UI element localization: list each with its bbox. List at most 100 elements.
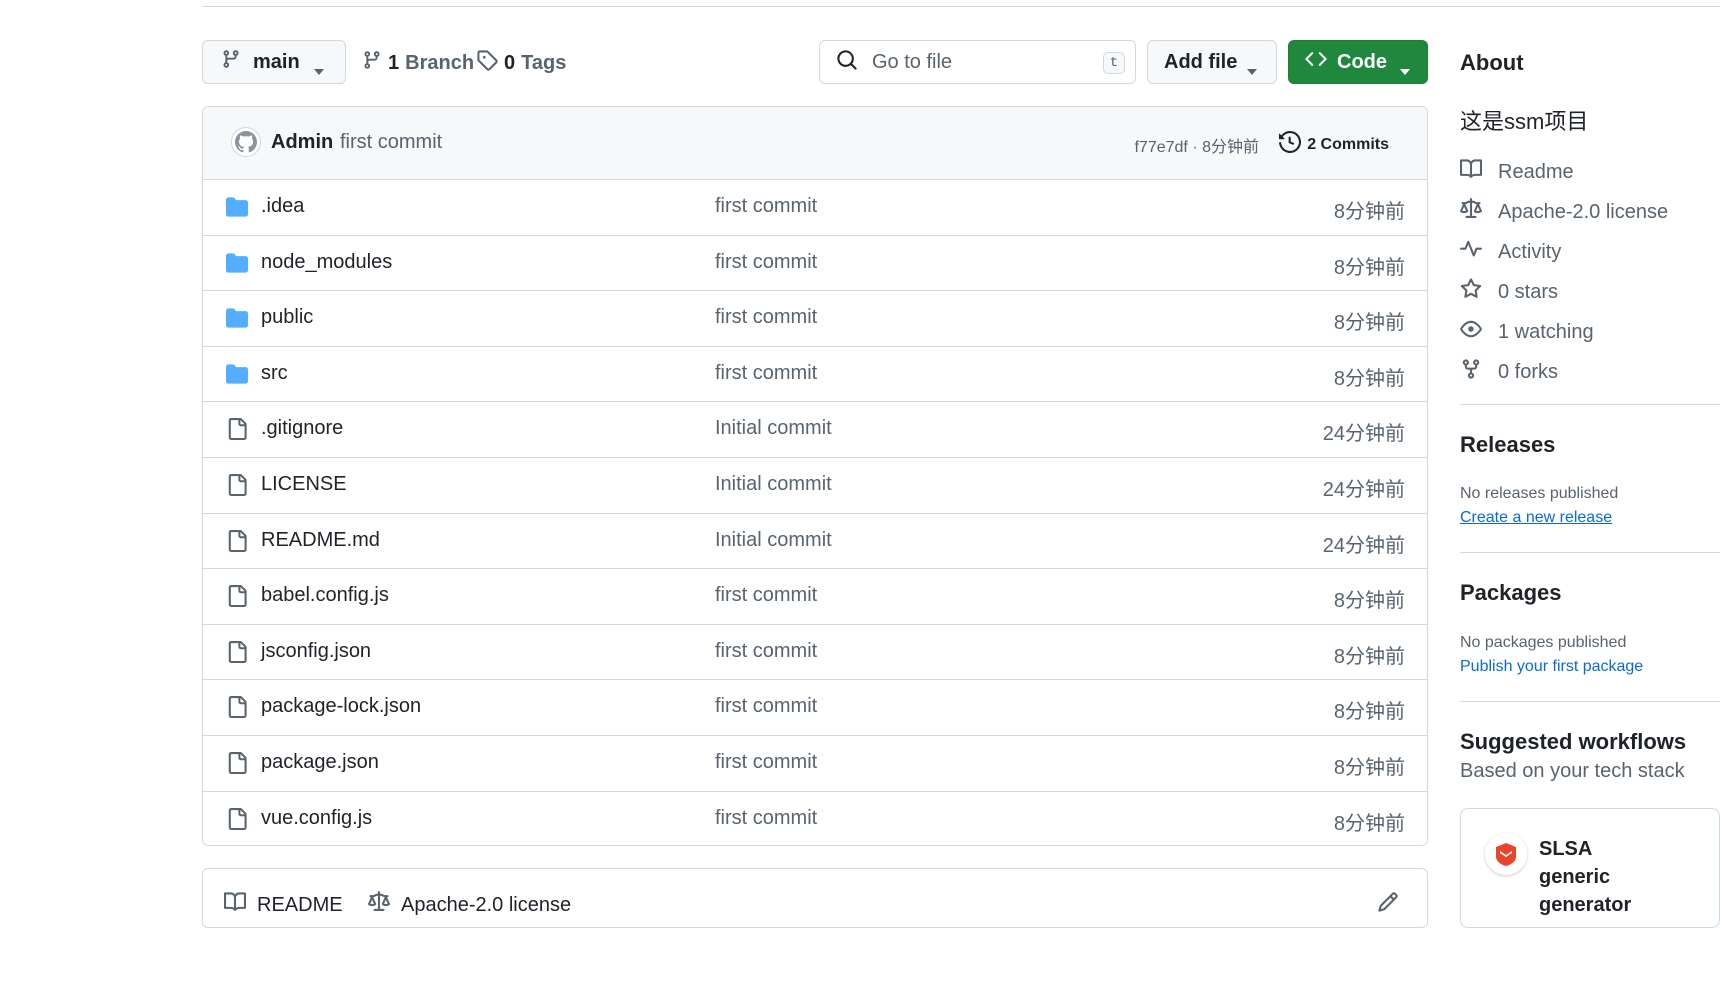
table-row[interactable]: vue.config.js first commit 8分钟前	[203, 792, 1427, 845]
divider	[1460, 552, 1720, 553]
book-icon	[223, 891, 257, 919]
git-branch-icon	[362, 49, 382, 77]
file-icon	[225, 418, 249, 445]
sidebar-item-license[interactable]: Apache-2.0 license	[1460, 198, 1668, 226]
go-to-file-search[interactable]: t	[819, 40, 1136, 84]
tab-readme[interactable]: README	[223, 891, 343, 919]
file-commit-time: 8分钟前	[1333, 367, 1405, 390]
commits-count: 2 Commits	[1307, 135, 1389, 153]
table-row[interactable]: .gitignore Initial commit 24分钟前	[203, 402, 1427, 458]
file-commit-message[interactable]: first commit	[715, 695, 817, 718]
file-name-link[interactable]: package-lock.json	[261, 695, 421, 718]
tags-link[interactable]: 0 Tags	[476, 49, 566, 77]
table-row[interactable]: .idea first commit 8分钟前	[203, 180, 1427, 236]
file-name-link[interactable]: .gitignore	[261, 417, 343, 440]
tab-license[interactable]: Apache-2.0 license	[367, 891, 571, 919]
branch-name: main	[253, 50, 300, 73]
file-commit-message[interactable]: first commit	[715, 195, 817, 218]
file-name-link[interactable]: README.md	[261, 529, 380, 552]
file-name-link[interactable]: LICENSE	[261, 473, 347, 496]
slsa-logo-icon	[1485, 833, 1527, 875]
commit-sha-time[interactable]: f77e7df · 8分钟前	[1134, 133, 1259, 157]
eye-icon	[1460, 318, 1498, 346]
file-name-link[interactable]: .idea	[261, 195, 304, 218]
file-list: .idea first commit 8分钟前 node_modules first c…	[203, 180, 1427, 845]
file-commit-time: 8分钟前	[1333, 590, 1405, 613]
file-commit-message[interactable]: first commit	[715, 584, 817, 607]
file-commit-message[interactable]: Initial commit	[715, 417, 832, 440]
pencil-icon[interactable]	[1377, 891, 1399, 918]
file-commit-message[interactable]: first commit	[715, 251, 817, 274]
add-file-button[interactable]: Add file	[1147, 40, 1277, 84]
sidebar-item-label: Activity	[1498, 240, 1562, 263]
sidebar-item-watching[interactable]: 1 watching	[1460, 318, 1594, 346]
file-icon	[225, 473, 249, 501]
file-commit-time: 8分钟前	[1333, 312, 1405, 335]
sidebar-item-activity[interactable]: Activity	[1460, 238, 1561, 266]
pulse-icon	[1460, 238, 1498, 266]
sidebar-item-forks[interactable]: 0 forks	[1460, 358, 1558, 386]
file-icon	[225, 640, 249, 668]
table-row[interactable]: public first commit 8分钟前	[203, 291, 1427, 347]
search-input[interactable]	[870, 49, 1074, 75]
workflow-suggestion-card[interactable]: SLSA generic generator	[1460, 808, 1720, 928]
create-release-link[interactable]: Create a new release	[1460, 509, 1612, 527]
law-icon	[1460, 198, 1498, 226]
branches-link[interactable]: 1 Branch	[362, 49, 474, 77]
file-name-link[interactable]: package.json	[261, 751, 379, 774]
file-commit-time: 8分钟前	[1333, 756, 1405, 779]
branch-count: 1	[388, 51, 400, 74]
table-row[interactable]: LICENSE Initial commit 24分钟前	[203, 458, 1427, 514]
commit-author[interactable]: Admin	[271, 131, 333, 154]
sidebar-item-readme[interactable]: Readme	[1460, 158, 1574, 186]
file-name-link[interactable]: jsconfig.json	[261, 640, 371, 663]
repo-sidebar: About 这是ssm项目 Readme Apache-2.0 license …	[1460, 0, 1720, 993]
add-file-label: Add file	[1164, 50, 1238, 73]
commits-history-link[interactable]: 2 Commits	[1279, 130, 1389, 158]
folder-icon	[225, 307, 249, 334]
chevron-down-icon	[313, 59, 325, 82]
shortcut-key-hint: t	[1103, 52, 1125, 74]
file-name-link[interactable]: src	[261, 362, 288, 385]
avatar[interactable]	[231, 127, 261, 157]
file-commit-message[interactable]: first commit	[715, 362, 817, 385]
publish-package-link[interactable]: Publish your first package	[1460, 658, 1643, 676]
sidebar-item-label: 0 stars	[1498, 280, 1559, 303]
file-name-link[interactable]: vue.config.js	[261, 807, 372, 830]
releases-heading[interactable]: Releases	[1460, 432, 1555, 458]
file-name-link[interactable]: public	[261, 306, 313, 329]
file-commit-message[interactable]: first commit	[715, 640, 817, 663]
table-row[interactable]: package-lock.json first commit 8分钟前	[203, 680, 1427, 736]
branch-select-button[interactable]: main	[202, 40, 346, 84]
file-icon	[225, 529, 249, 557]
table-row[interactable]: node_modules first commit 8分钟前	[203, 236, 1427, 292]
folder-icon	[225, 363, 249, 390]
file-commit-message[interactable]: first commit	[715, 807, 817, 830]
file-commit-message[interactable]: Initial commit	[715, 529, 832, 552]
tab-readme-label: README	[257, 893, 343, 916]
repo-forked-icon	[1460, 358, 1498, 386]
divider	[1460, 701, 1720, 702]
file-icon	[225, 585, 249, 612]
table-row[interactable]: src first commit 8分钟前	[203, 347, 1427, 403]
file-name-link[interactable]: babel.config.js	[261, 584, 389, 607]
file-commit-message[interactable]: first commit	[715, 306, 817, 329]
file-commit-message[interactable]: first commit	[715, 751, 817, 774]
file-commit-time: 24分钟前	[1322, 423, 1405, 446]
file-commit-time: 8分钟前	[1333, 201, 1405, 223]
table-row[interactable]: jsconfig.json first commit 8分钟前	[203, 625, 1427, 681]
table-row[interactable]: babel.config.js first commit 8分钟前	[203, 569, 1427, 625]
table-row[interactable]: package.json first commit 8分钟前	[203, 736, 1427, 792]
workflow-title[interactable]: SLSA generic generator	[1539, 835, 1659, 919]
code-button[interactable]: Code	[1288, 40, 1428, 84]
sidebar-item-stars[interactable]: 0 stars	[1460, 278, 1558, 306]
packages-heading[interactable]: Packages	[1460, 580, 1562, 606]
file-name-link[interactable]: node_modules	[261, 251, 392, 274]
file-icon	[225, 751, 249, 779]
table-row[interactable]: README.md Initial commit 24分钟前	[203, 514, 1427, 570]
file-icon	[225, 696, 249, 723]
chevron-down-icon	[1246, 59, 1258, 82]
tag-count: 0	[504, 51, 516, 74]
file-commit-message[interactable]: Initial commit	[715, 473, 832, 496]
commit-message[interactable]: first commit	[340, 131, 442, 154]
